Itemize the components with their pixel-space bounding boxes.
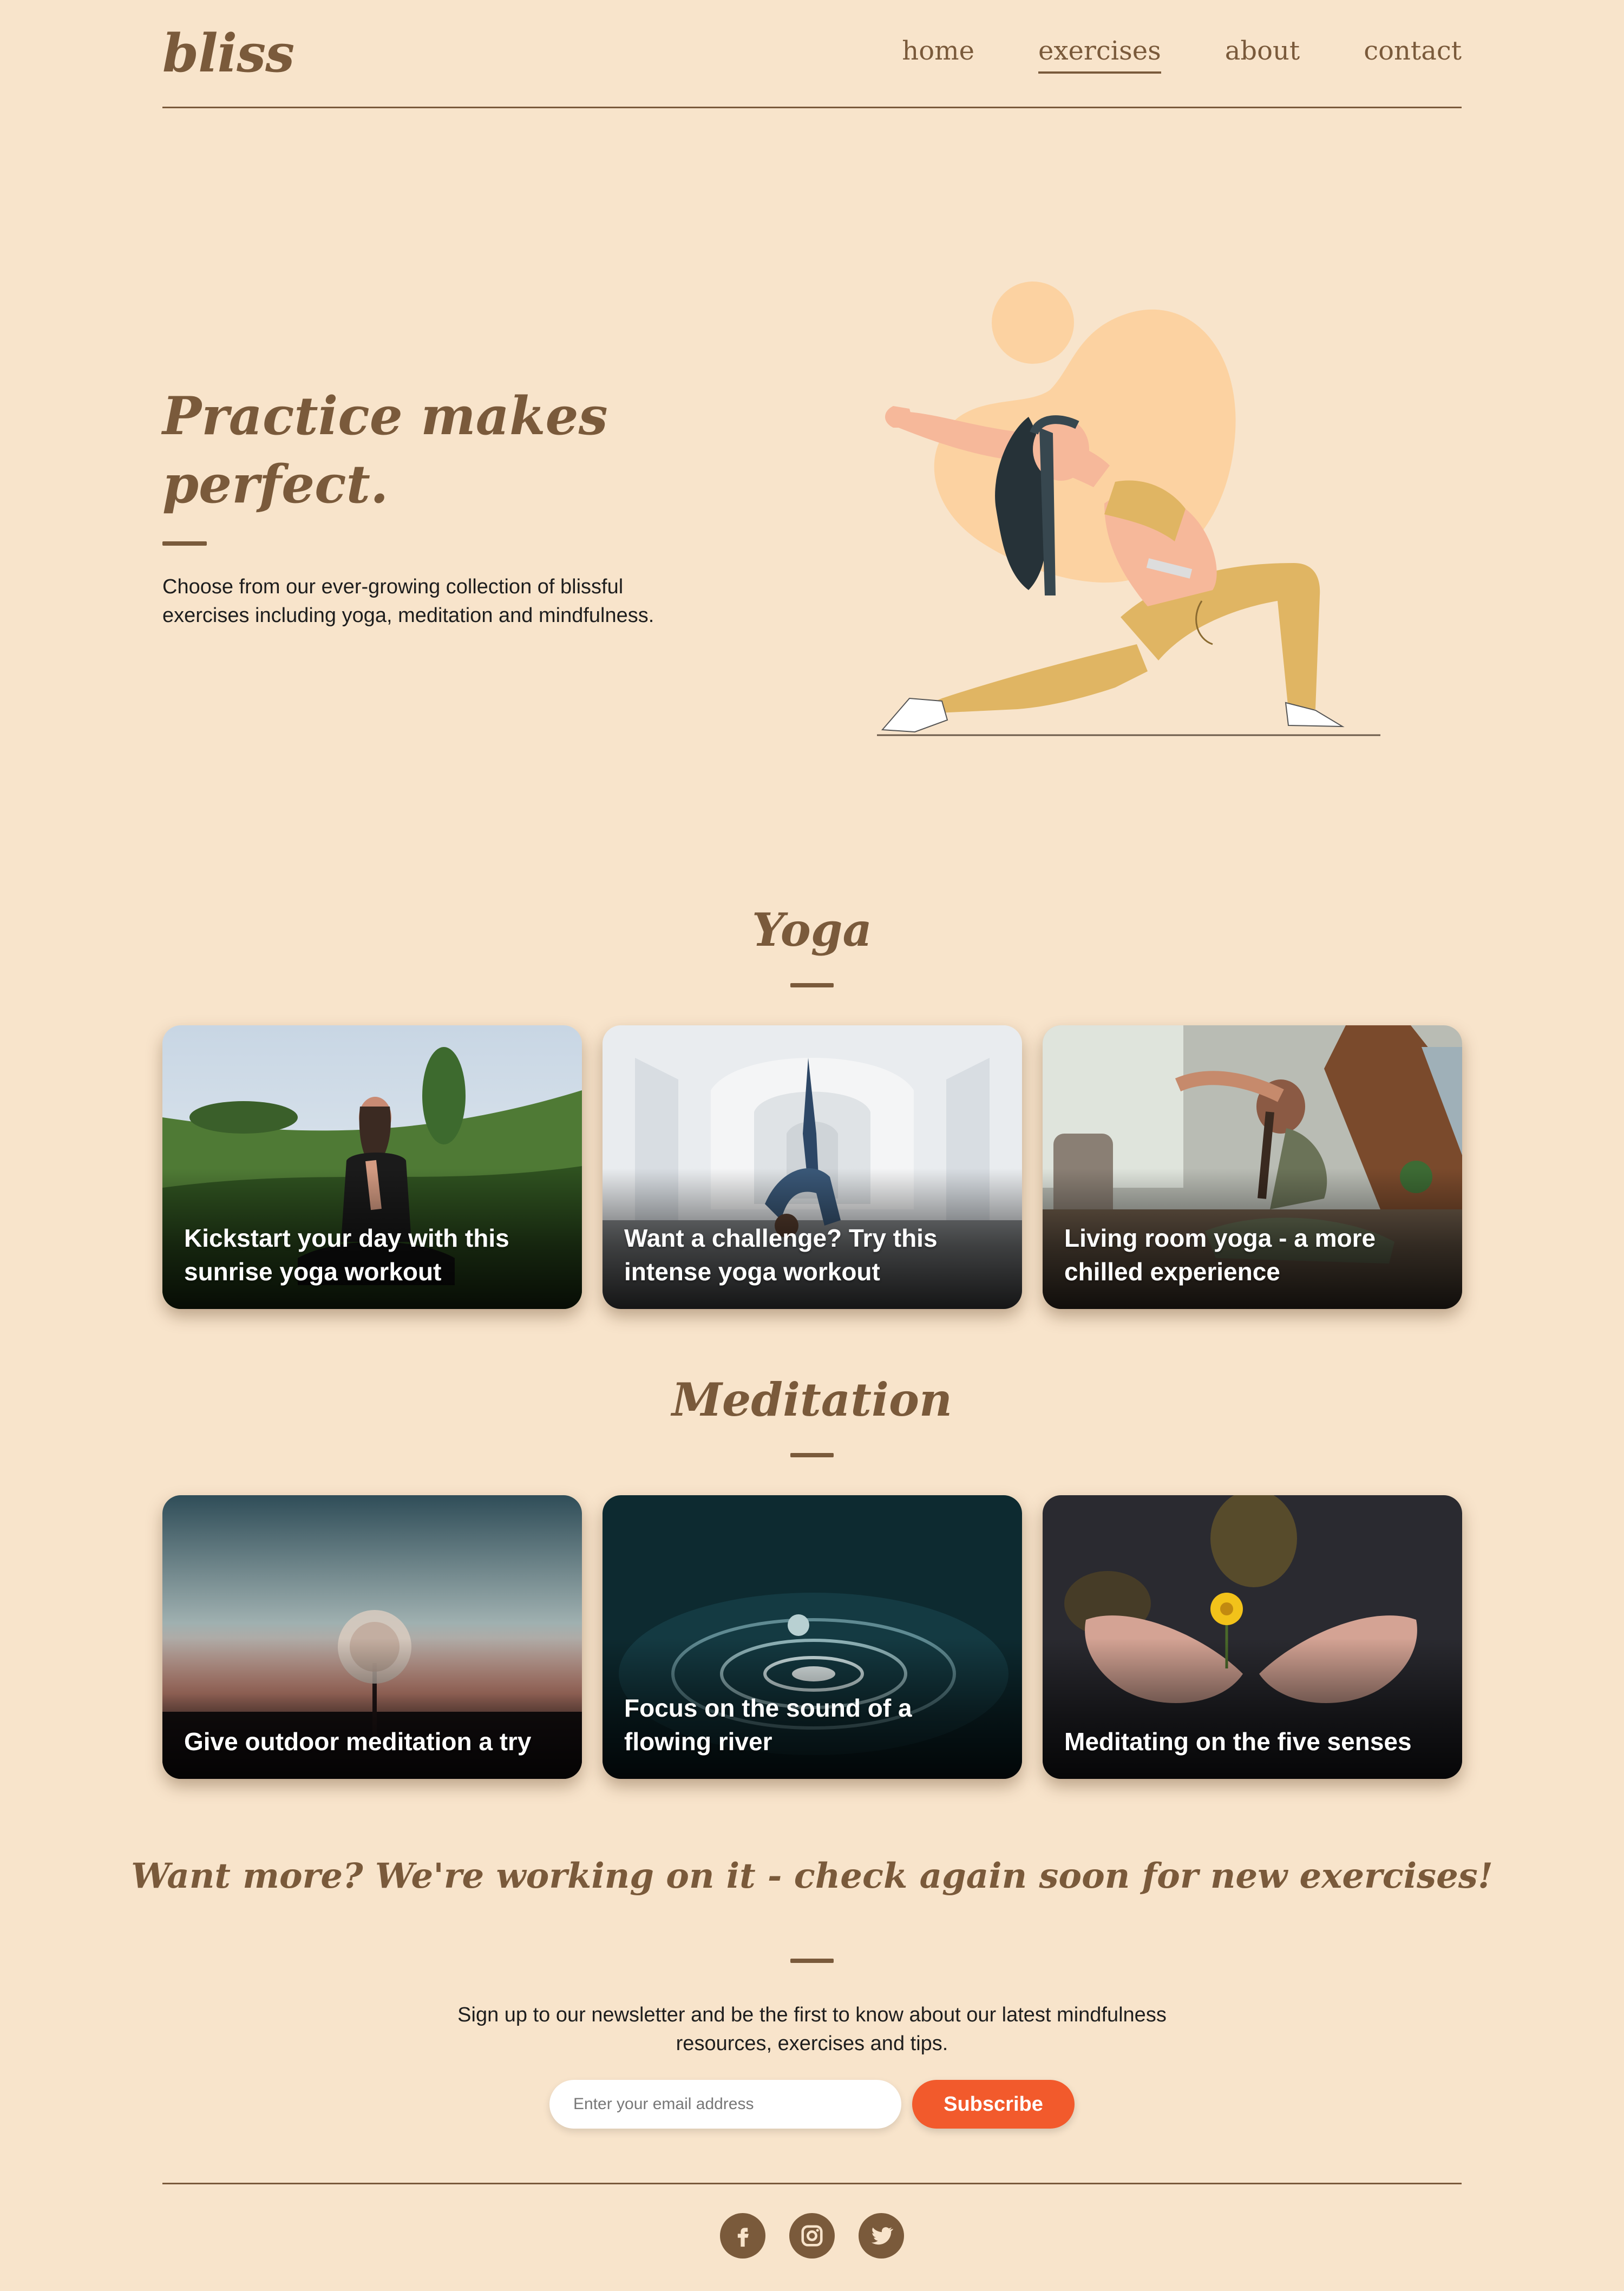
instagram-icon[interactable] [789, 2213, 835, 2259]
yoga-section-title: Yoga [752, 903, 872, 957]
twitter-icon[interactable] [859, 2213, 904, 2259]
meditation-section-title: Meditation [671, 1373, 953, 1426]
nav-contact[interactable]: contact [1364, 36, 1462, 74]
want-more-heading: Want more? We're working on it - check a… [131, 1856, 1493, 1896]
card-caption: Kickstart your day with this sunrise yog… [184, 1224, 509, 1286]
hero-title-line2: perfect. [162, 454, 389, 515]
yoga-woman-illustration [877, 282, 1380, 736]
yoga-card-intense[interactable]: Want a challenge? Try this intense yoga … [603, 1025, 1022, 1309]
meditation-card-river[interactable]: Focus on the sound of a flowing river [603, 1495, 1022, 1779]
email-input[interactable] [549, 2080, 901, 2129]
nav-about[interactable]: about [1225, 36, 1300, 74]
hero-divider [162, 541, 207, 546]
subscribe-button[interactable]: Subscribe [912, 2080, 1075, 2129]
instagram-glyph [801, 2225, 823, 2247]
facebook-glyph [737, 2228, 749, 2247]
newsletter-divider [790, 1959, 834, 1963]
footer-divider [162, 2183, 1462, 2184]
meditation-divider [790, 1453, 834, 1457]
card-caption: Living room yoga - a more chilled experi… [1064, 1224, 1376, 1286]
yoga-divider [790, 983, 834, 987]
site-header: bliss home exercises about contact [162, 0, 1462, 108]
hero-title-line1: Practice makes [162, 385, 608, 447]
logo[interactable]: bliss [162, 23, 294, 84]
newsletter-description: Sign up to our newsletter and be the fir… [457, 2004, 1167, 2055]
card-caption: Want a challenge? Try this intense yoga … [624, 1224, 938, 1286]
yoga-card-sunrise[interactable]: Kickstart your day with this sunrise yog… [162, 1025, 582, 1309]
yoga-card-living-room[interactable]: Living room yoga - a more chilled experi… [1043, 1025, 1462, 1309]
nav-home[interactable]: home [902, 36, 974, 74]
card-caption: Give outdoor meditation a try [184, 1727, 532, 1756]
nav-exercises[interactable]: exercises [1038, 36, 1161, 74]
card-caption: Focus on the sound of a flowing river [624, 1694, 912, 1756]
main-nav: home exercises about contact [902, 36, 1462, 74]
twitter-glyph [871, 2227, 894, 2245]
meditation-card-senses[interactable]: Meditating on the five senses [1043, 1495, 1462, 1779]
hero-title: Practice makes perfect. [162, 382, 650, 519]
card-caption: Meditating on the five senses [1064, 1727, 1412, 1756]
hero-description: Choose from our ever-growing collection … [162, 575, 654, 627]
facebook-icon[interactable] [720, 2213, 765, 2259]
meditation-card-outdoor[interactable]: Give outdoor meditation a try [162, 1495, 582, 1779]
